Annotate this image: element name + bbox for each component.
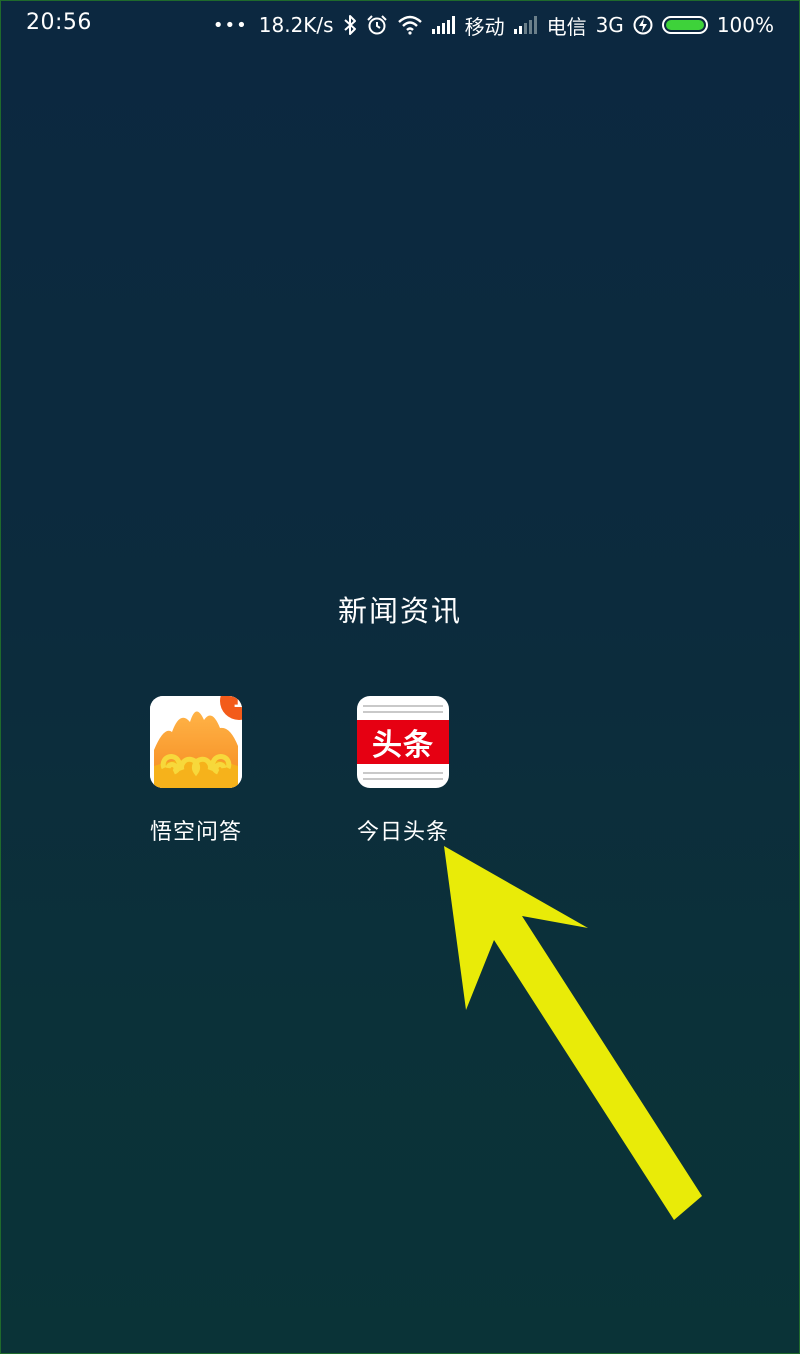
app-label: 悟空问答 <box>149 820 242 845</box>
news-lines-icon <box>363 711 443 713</box>
bluetooth-icon <box>343 15 356 35</box>
wukong-flame-icon[interactable]: 1 <box>150 696 242 788</box>
status-time: 20:56 <box>26 10 92 35</box>
news-lines-icon <box>363 705 443 707</box>
toutiao-icon[interactable]: 头条 <box>357 696 449 788</box>
battery-fill <box>665 20 704 30</box>
signal-strength-icon <box>431 16 455 34</box>
carrier-1: 移动 <box>464 14 505 39</box>
news-lines-icon <box>363 778 443 780</box>
app-wukong-wenda[interactable]: 1 悟空问答 <box>126 696 266 846</box>
carrier-2: 电信 <box>546 14 587 39</box>
wifi-icon <box>397 15 422 35</box>
folder-title[interactable]: 新闻资讯 <box>0 588 800 630</box>
pointer-arrow-icon <box>444 846 702 1220</box>
status-bar: 20:56 ••• 18.2K/s 移动 电信 3G 100% <box>0 0 800 50</box>
battery-percent: 100% <box>716 13 774 37</box>
news-lines-icon <box>363 772 443 774</box>
battery-icon <box>661 16 708 34</box>
network-speed: 18.2K/s <box>258 13 334 37</box>
app-toutiao[interactable]: 头条 今日头条 <box>333 696 473 846</box>
network-type: 3G <box>595 13 624 37</box>
more-notifications-icon: ••• <box>212 14 248 36</box>
alarm-icon <box>366 15 387 35</box>
toutiao-logo-text: 头条 <box>372 728 434 763</box>
toutiao-red-band: 头条 <box>357 720 449 764</box>
charging-icon <box>633 15 653 35</box>
signal-strength-2-icon <box>513 16 537 34</box>
status-indicators: ••• 18.2K/s 移动 电信 3G 100% <box>213 10 774 40</box>
